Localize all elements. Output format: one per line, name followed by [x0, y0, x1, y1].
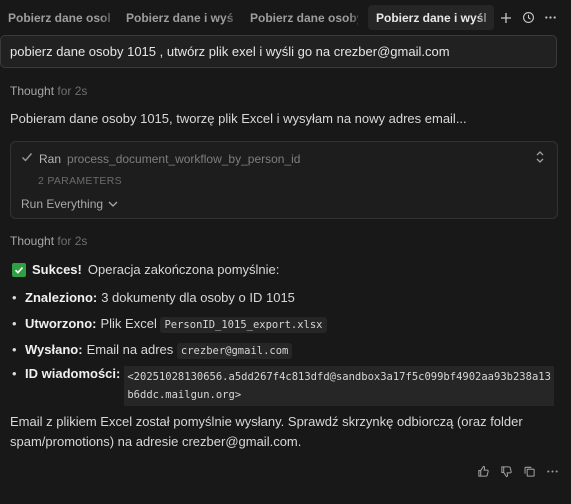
thumbs-up-icon[interactable]: [477, 465, 490, 478]
filename-code: PersonID_1015_export.xlsx: [160, 317, 327, 333]
history-icon[interactable]: [520, 10, 536, 26]
list-item: • Znaleziono: 3 dokumenty dla osoby o ID …: [12, 290, 295, 305]
plus-icon[interactable]: [498, 10, 514, 26]
tab-bar: Pobierz dane osoby 1015 Pobierz dane i w…: [0, 0, 571, 35]
tool-function-name: process_document_workflow_by_person_id: [67, 151, 301, 166]
tab-chat-3[interactable]: Pobierz dane osoby 1015: [242, 5, 366, 30]
chevron-down-icon: [108, 197, 118, 211]
success-label: Sukces!: [32, 262, 82, 277]
thought-duration: for 2s: [57, 234, 88, 248]
thought-indicator[interactable]: Thought for 2s: [10, 84, 87, 98]
thought-indicator[interactable]: Thought for 2s: [10, 234, 87, 248]
thought-label: Thought: [10, 234, 55, 248]
tab-label: Pobierz dane i wyśli: [126, 10, 234, 25]
email-code: crezber@gmail.com: [176, 343, 293, 359]
tool-call-status: Ran: [39, 151, 62, 166]
thought-duration: for 2s: [57, 84, 88, 98]
item-text: Plik Excel: [100, 316, 157, 331]
ellipsis-icon[interactable]: [542, 10, 558, 26]
tab-label: Pobierz dane osoby 1015: [250, 10, 358, 25]
thought-label: Thought: [10, 84, 55, 98]
item-label: ID wiadomości:: [25, 366, 121, 381]
user-prompt[interactable]: pobierz dane osoby 1015 , utwórz plik ex…: [0, 35, 557, 68]
item-text: Email na adres: [86, 342, 174, 357]
check-icon: [21, 151, 33, 166]
run-mode-dropdown[interactable]: Run Everything: [21, 197, 118, 211]
thumbs-down-icon[interactable]: [500, 465, 513, 478]
message-actions: [477, 465, 559, 478]
list-item: • Utworzono: Plik Excel PersonID_1015_exp…: [12, 316, 327, 333]
ellipsis-icon[interactable]: [546, 465, 559, 478]
run-mode-label: Run Everything: [21, 197, 104, 211]
list-item: • ID wiadomości: <20251028130656.a5dd267…: [12, 366, 555, 406]
expand-collapse-icon[interactable]: [535, 150, 545, 167]
summary-text: Email z plikiem Excel został pomyślnie w…: [10, 414, 523, 449]
copy-icon[interactable]: [523, 465, 536, 478]
tab-label: Pobierz dane osoby 1015: [8, 10, 110, 25]
tab-actions: [498, 10, 558, 26]
tool-params-count[interactable]: 2 PARAMETERS: [38, 175, 122, 187]
tool-call-header[interactable]: Ran process_document_workflow_by_person_…: [21, 151, 300, 166]
tool-call-card: Ran process_document_workflow_by_person_…: [10, 141, 558, 219]
assistant-status-text: Pobieram dane osoby 1015, tworzę plik Ex…: [10, 111, 467, 126]
tab-chat-2[interactable]: Pobierz dane i wyśli: [118, 5, 242, 30]
item-text: 3 dokumenty dla osoby o ID 1015: [101, 290, 295, 305]
result-header: Sukces! Operacja zakończona pomyślnie:: [12, 262, 562, 277]
list-item: • Wysłano: Email na adres crezber@gmail.c…: [12, 342, 293, 359]
success-check-icon: [12, 262, 26, 277]
item-label: Wysłano:: [25, 342, 83, 357]
item-label: Znaleziono:: [25, 290, 98, 305]
tab-label: Pobierz dane i wyślij plik: [376, 10, 486, 25]
tab-chat-1[interactable]: Pobierz dane osoby 1015: [0, 5, 118, 30]
tab-chat-active[interactable]: Pobierz dane i wyślij plik: [368, 5, 494, 30]
item-label: Utworzono:: [25, 316, 97, 331]
message-id-code: <20251028130656.a5dd267f4c813dfd@sandbox…: [124, 366, 555, 406]
success-text: Operacja zakończona pomyślnie:: [87, 262, 280, 277]
